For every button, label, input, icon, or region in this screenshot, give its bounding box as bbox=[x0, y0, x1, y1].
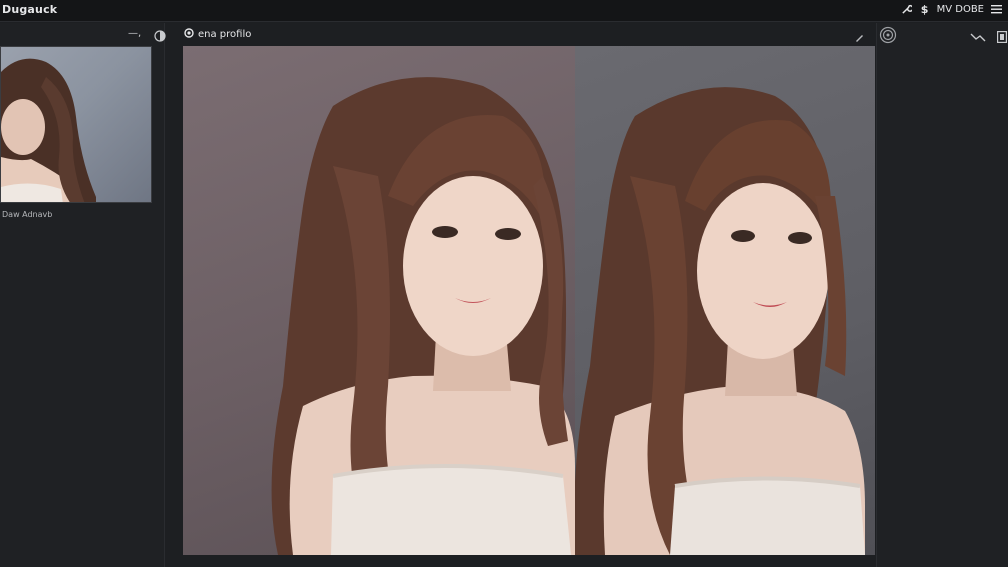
arrow-icon[interactable] bbox=[969, 28, 987, 42]
profile-icon bbox=[184, 28, 194, 41]
thumbnail-caption: Daw Adnavb bbox=[2, 210, 53, 219]
title-bar: Dugauck $ MV DOBE bbox=[0, 0, 1008, 22]
canvas-title-text: ena profilo bbox=[198, 29, 252, 40]
panel-icon[interactable] bbox=[997, 28, 1008, 44]
image-canvas[interactable] bbox=[183, 46, 875, 555]
menu-icon[interactable] bbox=[990, 3, 1002, 15]
pen-icon[interactable] bbox=[854, 28, 865, 42]
left-panel: —, Daw Adnavb bbox=[0, 23, 166, 567]
layers-icon[interactable] bbox=[154, 27, 166, 42]
canvas-image-right bbox=[574, 46, 875, 555]
image-thumbnail[interactable] bbox=[0, 46, 152, 203]
canvas-header: ena profilo bbox=[176, 23, 876, 45]
wrench-icon[interactable] bbox=[901, 3, 913, 15]
top-right-label[interactable]: MV DOBE bbox=[937, 4, 984, 15]
canvas-image-left bbox=[183, 46, 575, 555]
collapse-button[interactable]: —, bbox=[128, 28, 141, 39]
spiral-icon[interactable] bbox=[879, 26, 897, 44]
left-panel-header: —, bbox=[0, 23, 166, 45]
dollar-icon[interactable]: $ bbox=[919, 3, 931, 16]
top-right-toolbar: $ MV DOBE bbox=[901, 3, 1002, 16]
right-panel bbox=[876, 23, 1008, 567]
app-title: Dugauck bbox=[2, 3, 58, 16]
canvas-title: ena profilo bbox=[184, 28, 251, 41]
